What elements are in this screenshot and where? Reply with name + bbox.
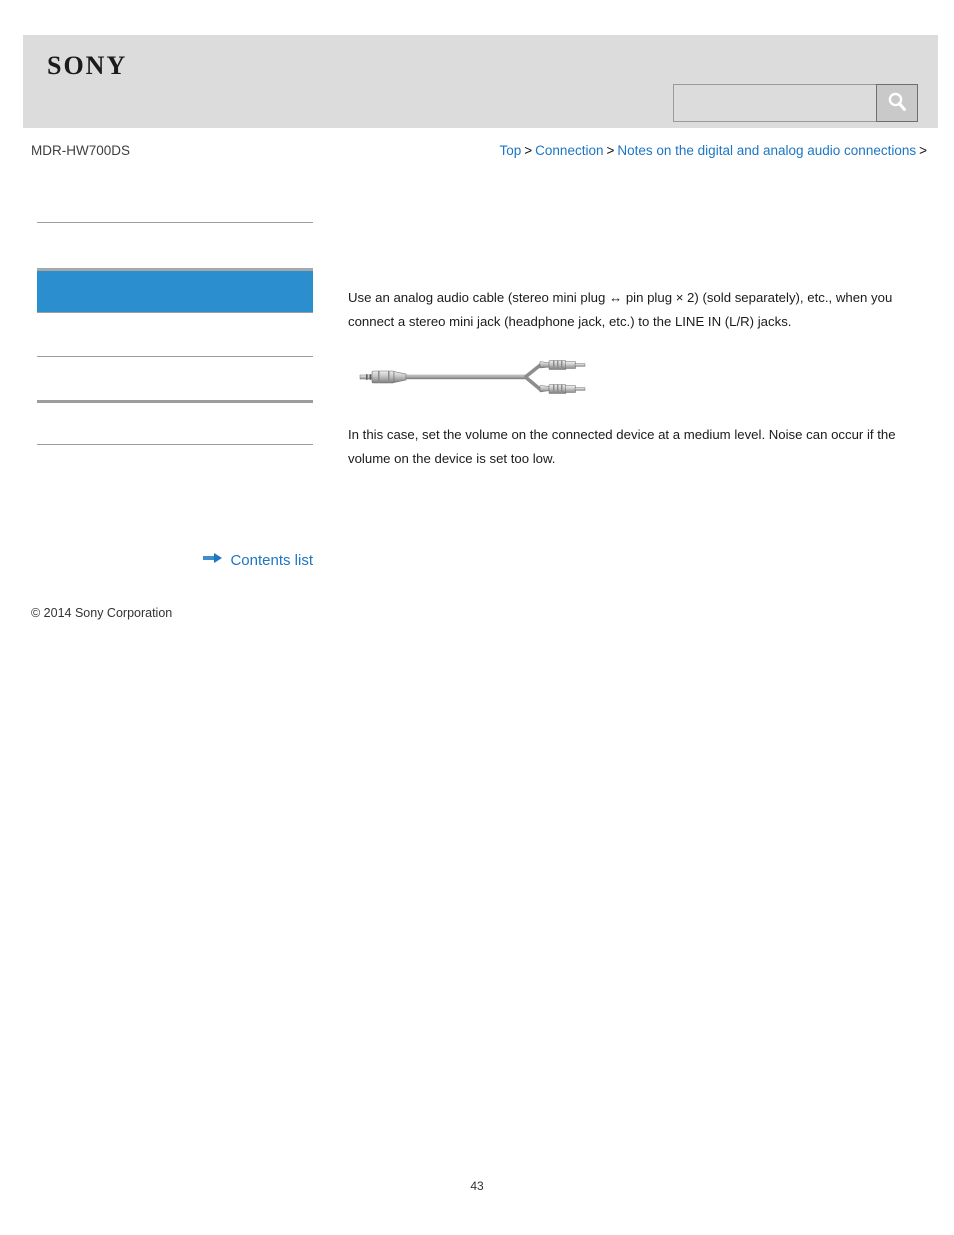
breadcrumb-separator: > xyxy=(606,143,615,158)
breadcrumb-separator: > xyxy=(524,143,533,158)
sidebar-item-1[interactable] xyxy=(37,222,313,268)
site-header: SONY xyxy=(23,35,938,128)
breadcrumb-item-current[interactable]: Notes on the digital and analog audio co… xyxy=(617,143,916,158)
sony-logo: SONY xyxy=(47,51,128,80)
page-number: 43 xyxy=(470,1179,484,1193)
analog-audio-cable-illustration xyxy=(358,356,908,403)
contents-list-link[interactable]: Contents list xyxy=(230,552,313,569)
contents-list-row: Contents list xyxy=(37,551,313,569)
sidebar-item-4[interactable] xyxy=(37,356,313,400)
sidebar-nav xyxy=(37,222,313,488)
copyright-text: © 2014 Sony Corporation xyxy=(31,606,173,620)
arrow-right-icon xyxy=(203,551,223,569)
sidebar-item-6[interactable] xyxy=(37,444,313,488)
sidebar-item-3[interactable] xyxy=(37,312,313,356)
model-name: MDR-HW700DS xyxy=(31,143,131,158)
search-input[interactable] xyxy=(673,84,876,122)
sidebar-item-5[interactable] xyxy=(37,400,313,444)
main-content: Use an analog audio cable (stereo mini p… xyxy=(348,286,908,471)
search-button[interactable] xyxy=(876,84,918,122)
breadcrumb-item-connection[interactable]: Connection xyxy=(535,143,603,158)
paragraph-volume-note: In this case, set the volume on the conn… xyxy=(348,427,896,466)
breadcrumb: Top > Connection > Notes on the digital and … xyxy=(500,143,931,158)
search-magnifier-icon xyxy=(885,90,909,117)
search-box xyxy=(673,84,918,122)
breadcrumb-separator-trailing: > xyxy=(919,143,927,158)
sidebar-item-2-selected[interactable] xyxy=(37,268,313,312)
breadcrumb-item-top[interactable]: Top xyxy=(500,143,522,158)
paragraph-analog-cable: Use an analog audio cable (stereo mini p… xyxy=(348,290,893,329)
